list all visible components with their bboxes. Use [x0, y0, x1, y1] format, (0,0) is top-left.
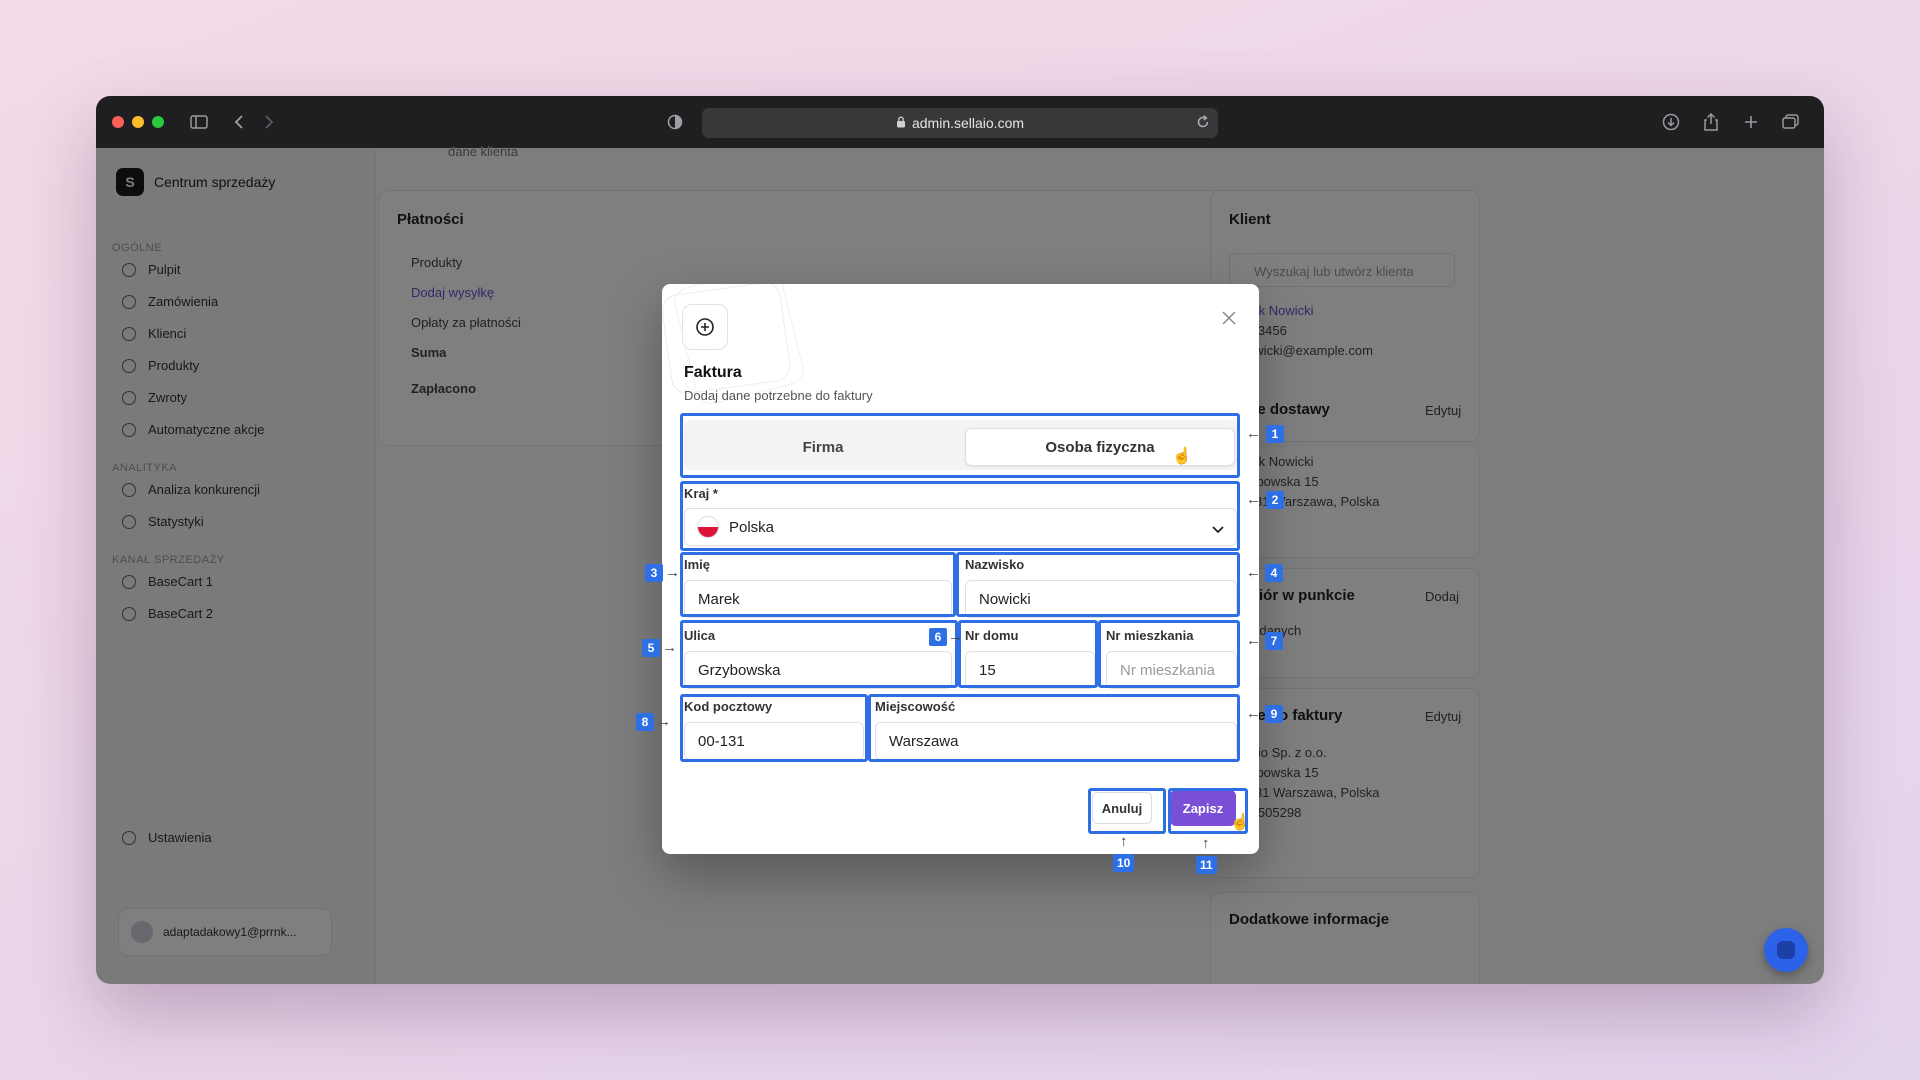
last-name-label: Nazwisko — [965, 557, 1025, 572]
cancel-button[interactable]: Anuluj — [1092, 792, 1152, 824]
arrow-left-icon: ← — [1246, 425, 1261, 442]
browser-titlebar: admin.sellaio.com — [96, 96, 1824, 148]
invoice-modal: Faktura Dodaj dane potrzebne do faktury … — [662, 284, 1259, 854]
arrow-right-icon: → — [948, 628, 963, 645]
city-label: Miejscowość — [875, 699, 956, 714]
annotation-badge: 8 — [636, 713, 654, 731]
minimize-window-button[interactable] — [132, 116, 144, 128]
house-number-label: Nr domu — [965, 628, 1019, 643]
sidebar-toggle-icon[interactable] — [188, 111, 210, 133]
apartment-number-label: Nr mieszkania — [1106, 628, 1194, 643]
arrow-left-icon: ← — [1246, 564, 1261, 581]
hand-cursor-icon: ☝ — [1230, 814, 1250, 831]
annotation-badge: 10 — [1113, 854, 1135, 872]
first-name-input[interactable] — [684, 580, 952, 618]
reload-icon[interactable] — [1196, 115, 1210, 132]
arrow-up-icon: ↑ — [1202, 835, 1210, 852]
annotation-badge: 2 — [1266, 491, 1284, 509]
arrow-left-icon: ← — [1246, 632, 1261, 649]
add-circle-icon — [682, 304, 728, 350]
annotation-badge: 11 — [1196, 856, 1217, 874]
maximize-window-button[interactable] — [152, 116, 164, 128]
city-input[interactable] — [875, 722, 1237, 760]
share-icon[interactable] — [1700, 111, 1722, 133]
close-icon[interactable] — [1219, 308, 1239, 328]
new-tab-icon[interactable] — [1740, 111, 1762, 133]
poland-flag-icon — [697, 516, 719, 538]
arrow-right-icon: → — [662, 639, 677, 656]
postal-code-input[interactable] — [684, 722, 864, 760]
privacy-shield-icon[interactable] — [664, 111, 686, 133]
forward-icon[interactable] — [258, 111, 280, 133]
hand-cursor-icon: ☝ — [1172, 448, 1192, 465]
house-number-input[interactable] — [965, 651, 1095, 689]
last-name-input[interactable] — [965, 580, 1237, 618]
first-name-label: Imię — [684, 557, 711, 572]
url-text: admin.sellaio.com — [911, 115, 1025, 131]
tab-overview-icon[interactable] — [1780, 111, 1802, 133]
download-icon[interactable] — [1660, 111, 1682, 133]
chevron-down-icon — [1212, 521, 1224, 538]
annotation-badge: 4 — [1265, 564, 1283, 582]
close-window-button[interactable] — [112, 116, 124, 128]
address-bar[interactable]: admin.sellaio.com — [702, 108, 1218, 138]
country-value: Polska — [729, 518, 775, 536]
tab-company[interactable]: Firma — [688, 428, 958, 466]
customer-type-switch: Firma Osoba fizyczna — [684, 420, 1240, 470]
apartment-number-input[interactable] — [1106, 651, 1237, 689]
annotation-badge: 6 — [929, 628, 947, 646]
annotation-badge: 7 — [1265, 632, 1283, 650]
country-select[interactable]: Polska — [684, 508, 1237, 546]
tab-individual[interactable]: Osoba fizyczna — [965, 428, 1235, 466]
modal-subtitle: Dodaj dane potrzebne do faktury — [684, 388, 873, 403]
arrow-left-icon: ← — [1246, 705, 1261, 722]
lock-icon — [896, 115, 906, 131]
arrow-right-icon: → — [656, 713, 671, 730]
modal-title: Faktura — [684, 364, 742, 381]
arrow-left-icon: ← — [1246, 491, 1261, 508]
chat-widget-button[interactable] — [1764, 928, 1808, 972]
arrow-up-icon: ↑ — [1120, 833, 1128, 850]
save-button[interactable]: Zapisz — [1170, 790, 1236, 826]
postal-code-label: Kod pocztowy — [684, 699, 773, 714]
arrow-right-icon: → — [665, 564, 680, 581]
annotation-badge: 1 — [1266, 425, 1284, 443]
chat-icon — [1777, 941, 1795, 959]
street-label: Ulica — [684, 628, 716, 643]
street-input[interactable] — [684, 651, 952, 689]
back-icon[interactable] — [228, 111, 250, 133]
annotation-badge: 9 — [1265, 705, 1283, 723]
annotation-badge: 3 — [645, 564, 663, 582]
country-label: Kraj * — [684, 486, 718, 501]
annotation-badge: 5 — [642, 639, 660, 657]
